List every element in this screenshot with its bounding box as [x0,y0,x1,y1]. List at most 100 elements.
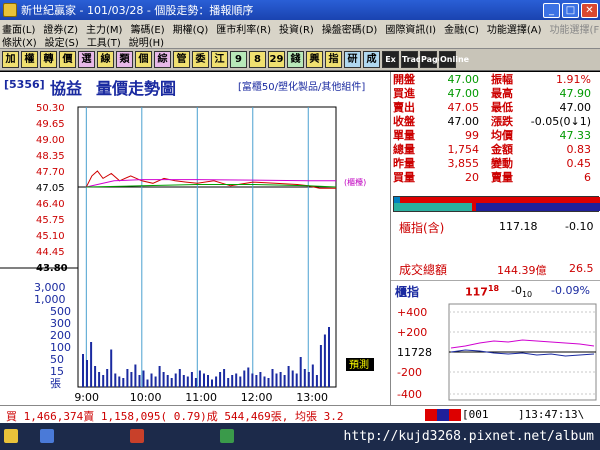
volume-bar [211,379,213,387]
turnover-label: 成交總額 [399,263,448,277]
toolbar-button[interactable]: 加 [2,51,19,68]
menu-item[interactable]: 籌碼(E) [130,21,164,36]
volume-bar [86,360,88,387]
quote-value: 0.45 [566,156,592,170]
menu-item[interactable]: 匯市利率(R) [216,21,271,36]
menu-item[interactable]: 期權(Q) [173,21,209,36]
mini-tick-label: -200 [397,366,422,379]
taskbar-app-icon[interactable] [40,429,54,443]
volume-bar [303,369,306,387]
toolbar-button[interactable]: 成 [363,51,380,68]
toolbar-button[interactable]: Ex [382,51,399,68]
taskbar-app-icon[interactable] [130,429,144,443]
reference-label: (櫃檯) [344,177,366,187]
quote-value: -0.05(0↓1) [530,114,591,128]
volume-bar [158,366,161,387]
volume-bar [227,378,230,387]
toolbar-button[interactable]: 指 [325,51,342,68]
volume-bar [90,342,93,387]
menu-item[interactable]: 說明(H) [129,34,164,49]
toolbar-button[interactable]: 類 [116,51,133,68]
toolbar-button[interactable]: 江 [211,51,228,68]
menu-item[interactable]: 工具(T) [87,34,121,49]
toolbar-button[interactable]: 個 [135,51,152,68]
toolbar-button[interactable]: 管 [173,51,190,68]
forecast-label: 預測 [349,358,369,371]
taskbar-app-icon[interactable] [220,429,234,443]
menu-item[interactable]: 證券(Z) [43,21,78,36]
y-tick-label: 44.45 [36,247,65,258]
toolbar-button[interactable]: 選 [78,51,95,68]
quote-value: 47.90 [559,86,592,100]
toolbar-button[interactable]: 29 [268,51,285,68]
menu-item[interactable]: 畫面(L) [2,21,35,36]
status-bar: 買 1,466,374賣 1,158,095( 0.79)成 544,469張,… [0,405,600,423]
index-row: 櫃指(含) 117.18 -0.10 [391,218,600,236]
toolbar-button[interactable]: 綜 [154,51,171,68]
volume-bar [299,357,302,387]
volume-bar [198,370,201,387]
volume-bar [130,372,133,387]
toolbar-button[interactable]: 線 [97,51,114,68]
y-tick-label: 49.00 [36,135,65,146]
menu-item[interactable]: 主力(M) [86,21,122,36]
stock-code[interactable]: [5356] [4,78,45,91]
volume-bar [186,376,189,387]
quote-row: 收盤 47.00 漲跌 -0.05(0↓1) [391,114,600,129]
menu-item[interactable]: 功能選擇(A) [487,21,542,36]
stock-name: 協益 [50,79,83,98]
stock-category: [富櫃50/塑化製品/其他組件] [238,82,366,93]
watermark-url: http://kujd3268.pixnet.net/album [343,429,594,444]
menu-item[interactable]: 設定(S) [45,34,79,49]
mini-index-header: 櫃指 11718 -010 -0.09% [391,282,600,300]
volume-bar [134,364,137,387]
toolbar-button[interactable]: 轉 [40,51,57,68]
volume-tick-label: 張 [50,377,61,390]
quote-row: 單量 99 均價 47.33 [391,128,600,143]
mini-tick-label: 11728 [397,346,432,359]
toolbar-button[interactable]: 錢 [287,51,304,68]
volume-bar [328,327,330,387]
toolbar-button[interactable]: 委 [192,51,209,68]
close-button[interactable]: ✕ [581,2,598,18]
menu-item[interactable]: 金融(C) [444,21,479,36]
index-label: 櫃指(含) [399,221,445,235]
toolbar-button[interactable]: 價 [59,51,76,68]
maximize-button[interactable]: □ [562,2,579,18]
start-icon[interactable] [4,429,18,443]
chart-header: [5356] 協益 量價走勢圖 [富櫃50/塑化製品/其他組件] [0,72,390,102]
menu-row-2: 條狀(X) 設定(S) 工具(T) 說明(H) [2,34,164,49]
quote-row: 昨量 3,855 變動 0.45 [391,156,600,171]
menu-item[interactable]: 功能選擇(F) [550,21,600,36]
volume-bar [259,372,262,387]
clock: ]13:47:13\ [518,408,585,421]
toolbar-button[interactable]: Online [439,51,469,68]
toolbar-button[interactable]: 興 [306,51,323,68]
volume-bar [287,366,290,387]
toolbar-button[interactable]: 9 [230,51,247,68]
minimize-button[interactable]: _ [543,2,560,18]
volume-bar [235,373,238,387]
y-tick-label: 46.40 [36,199,65,210]
quote-value: 1.91% [556,72,591,86]
price-volume-chart[interactable]: 50.30 49.65 49.00 48.35 47.70 47.05 46.40 45.75… [0,102,390,405]
toolbar-button[interactable]: 研 [344,51,361,68]
quote-value: 47.05 [447,100,480,114]
menu-item[interactable]: 條狀(X) [2,34,37,49]
menu-item[interactable]: 投資(R) [279,21,314,36]
quote-row: 開盤 47.00 振幅 1.91% [391,72,600,87]
toolbar-button[interactable]: Trade [401,51,427,68]
volume-bar [174,373,177,387]
mini-series-line [450,339,595,349]
mini-index-pct: -0.09% [551,284,590,297]
toolbar-button[interactable]: 8 [249,51,266,68]
toolbar-button[interactable]: Page [420,51,443,68]
volume-bar [255,375,258,387]
menu-item[interactable]: 操盤密碼(D) [322,21,378,36]
index-mini-chart[interactable]: +400 +200 11728 -200 -400 [391,300,600,405]
volume-bar [94,366,97,387]
toolbar-button[interactable]: 權 [21,51,38,68]
volume-bar [102,375,105,387]
index-change: -0.10 [565,220,594,233]
menu-item[interactable]: 國際資訊(I) [385,21,436,36]
